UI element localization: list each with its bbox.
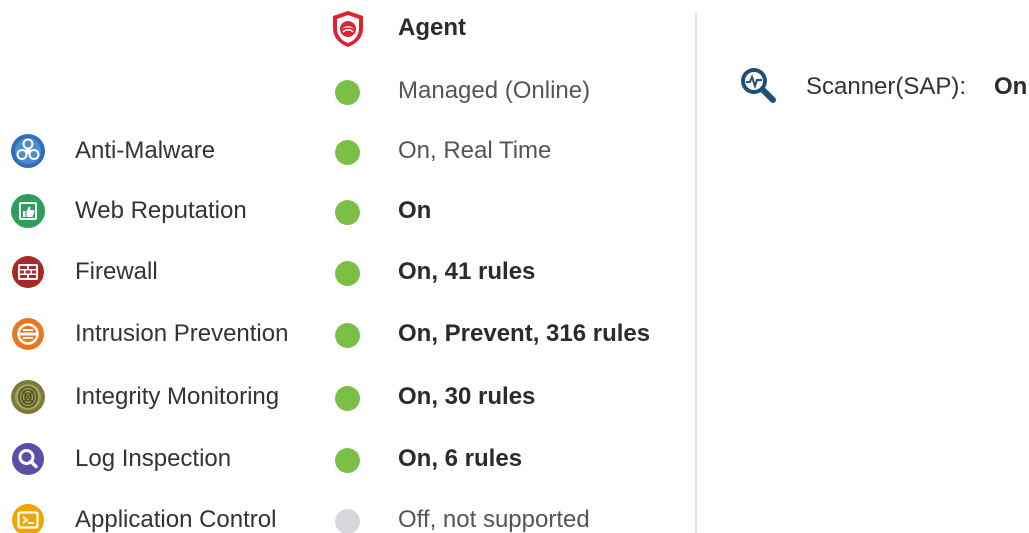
agent-status-dot: [335, 80, 360, 105]
scanner-label: Scanner(SAP):: [806, 73, 967, 100]
status-dot: [335, 509, 360, 533]
module-name[interactable]: Firewall: [75, 258, 158, 286]
thumbs-up-icon: [10, 193, 46, 229]
agent-label: Agent: [398, 14, 466, 41]
module-row-firewall[interactable]: Firewall On, 41 rules: [0, 252, 690, 292]
fingerprint-icon: [10, 379, 46, 415]
computer-details-panel: Agent Managed (Online) Anti-Malware On, …: [0, 0, 1029, 533]
module-row-intrusion-prevention[interactable]: Intrusion Prevention On, Prevent, 316 ru…: [0, 314, 690, 354]
module-row-web-reputation[interactable]: Web Reputation On: [0, 191, 690, 231]
magnifier-icon: [10, 441, 46, 477]
module-name[interactable]: Application Control: [75, 506, 276, 533]
agent-status-row: Managed (Online): [0, 71, 690, 111]
module-status: On, Prevent, 316 rules: [398, 320, 651, 347]
module-status: On, Real Time: [398, 137, 552, 164]
module-name[interactable]: Integrity Monitoring: [75, 383, 279, 411]
application-window-icon: [10, 502, 46, 533]
module-name[interactable]: Web Reputation: [75, 197, 247, 225]
module-name[interactable]: Anti-Malware: [75, 137, 215, 165]
module-name[interactable]: Log Inspection: [75, 445, 231, 473]
module-status: On: [398, 197, 432, 224]
status-dot: [335, 140, 360, 165]
column-divider: [695, 12, 697, 533]
scan-magnifier-icon: [736, 64, 780, 108]
module-status: On, 6 rules: [398, 445, 523, 472]
module-status: On, 41 rules: [398, 258, 536, 285]
shield-stop-icon: [10, 316, 46, 352]
trend-micro-shield-icon: [331, 10, 365, 48]
module-row-log-inspection[interactable]: Log Inspection On, 6 rules: [0, 439, 690, 479]
module-row-integrity-monitoring[interactable]: Integrity Monitoring On, 30 rules: [0, 377, 690, 417]
agent-header-row: Agent: [0, 8, 690, 48]
module-row-application-control[interactable]: Application Control Off, not supported: [0, 500, 690, 533]
module-row-anti-malware[interactable]: Anti-Malware On, Real Time: [0, 131, 690, 171]
brick-wall-icon: [10, 254, 46, 290]
scanner-status: On: [994, 73, 1028, 100]
module-name[interactable]: Intrusion Prevention: [75, 320, 288, 348]
status-dot: [335, 261, 360, 286]
status-dot: [335, 200, 360, 225]
biohazard-icon: [10, 133, 46, 169]
agent-status-text: Managed (Online): [398, 77, 591, 104]
module-status: Off, not supported: [398, 506, 590, 533]
status-dot: [335, 323, 360, 348]
status-dot: [335, 386, 360, 411]
scanner-sap-row[interactable]: Scanner(SAP): On: [736, 64, 1029, 110]
module-status: On, 30 rules: [398, 383, 536, 410]
status-dot: [335, 448, 360, 473]
